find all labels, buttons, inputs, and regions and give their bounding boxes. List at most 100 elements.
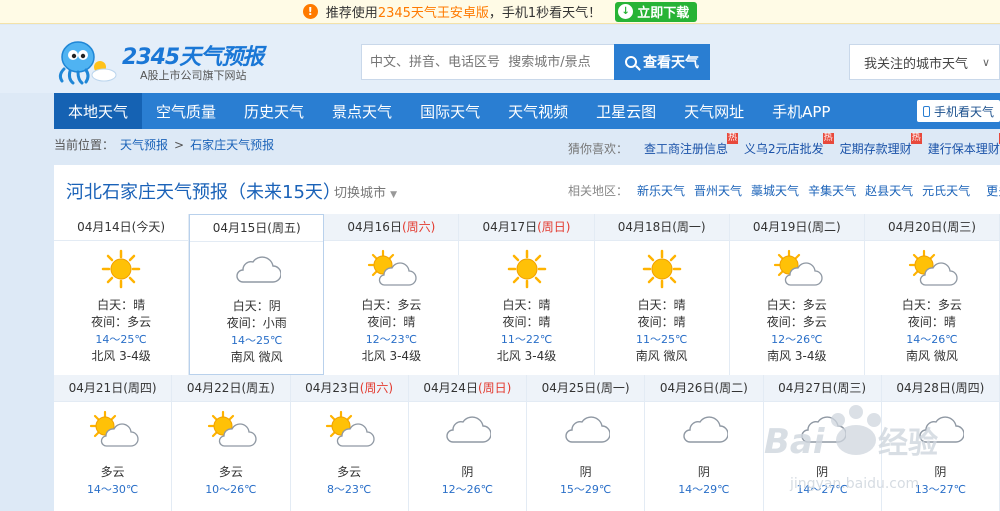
date-text: 04月17日 xyxy=(482,220,538,234)
daytime-condition: 白天：晴 xyxy=(97,298,146,312)
forecast-day[interactable]: 04月22日(周五) 多云 10～26℃ xyxy=(172,375,291,511)
chevron-down-icon: ∨ xyxy=(982,55,991,69)
recommendation-text: 建行保本理财 xyxy=(927,142,1000,156)
date-text: 04月20日 xyxy=(887,220,943,234)
switch-city-label: 切换城市 xyxy=(334,186,387,201)
temperature-range: 14～25℃ xyxy=(95,333,147,346)
promo-prefix: 推荐使用 xyxy=(325,6,378,21)
nav-item-history[interactable]: 历史天气 xyxy=(230,93,318,129)
weekday-text: (周四) xyxy=(123,381,157,395)
sun-icon xyxy=(54,241,188,297)
wind-info: 南风 3-4级 xyxy=(767,349,827,363)
temperature-range: 10～26℃ xyxy=(205,483,257,496)
date-text: 04月23日 xyxy=(305,381,360,395)
sun-icon xyxy=(595,241,729,297)
forecast-date: 04月17日(周日) xyxy=(459,214,594,241)
recommendations-label: 猜你喜欢： xyxy=(568,142,629,156)
daytime-condition: 白天：多云 xyxy=(361,298,422,312)
forecast-day[interactable]: 04月21日(周四) 多云 14～30℃ xyxy=(54,375,173,511)
nav-item-satellite[interactable]: 卫星云图 xyxy=(582,93,670,129)
breadcrumb-item-forecast[interactable]: 天气预报 xyxy=(120,136,168,153)
forecast-day[interactable]: 04月17日(周日) 白天：晴 夜间：晴 11～22℃ 北风 3-4级 xyxy=(459,214,595,375)
recommendation-link[interactable]: 义乌2元店批发热 xyxy=(744,133,834,157)
partly-cloudy-icon xyxy=(291,402,408,458)
weekday-text: (周六) xyxy=(401,220,436,234)
related-area-link[interactable]: 赵县天气 xyxy=(865,182,913,199)
temperature-range: 14～29℃ xyxy=(678,483,730,496)
forecast-day[interactable]: 04月26日(周二) 阴 14～29℃ xyxy=(645,375,764,511)
partly-cloudy-icon xyxy=(865,241,999,297)
nav-item-international[interactable]: 国际天气 xyxy=(406,93,494,129)
forecast-day[interactable]: 04月27日(周三) 阴 14～27℃ xyxy=(763,375,882,511)
forecast-day[interactable]: 04月18日(周一) 白天：晴 夜间：晴 11～25℃ 南风 微风 xyxy=(594,214,730,375)
weekday-text: (周日) xyxy=(477,381,512,395)
switch-city-button[interactable]: 切换城市 ▼ xyxy=(334,182,397,201)
phone-icon xyxy=(922,105,930,117)
mobile-weather-button[interactable]: 手机看天气 xyxy=(916,100,1000,122)
forecast-day[interactable]: 04月25日(周一) 阴 15～29℃ xyxy=(527,375,646,511)
page-title: 河北石家庄天气预报（未来15天） xyxy=(66,182,341,203)
wind-info: 北风 3-4级 xyxy=(361,349,422,363)
search-input[interactable] xyxy=(361,44,614,80)
nav-item-local[interactable]: 本地天气 xyxy=(54,93,143,129)
forecast-date: 04月23日(周六) xyxy=(290,375,408,402)
followed-cities-dropdown[interactable]: 我关注的城市天气 ∨ xyxy=(849,44,1000,80)
search-button[interactable]: 查看天气 xyxy=(614,44,710,80)
forecast-day[interactable]: 04月20日(周三) 白天：多云 夜间：晴 14～26℃ 南风 微风 xyxy=(864,214,1000,375)
night-condition: 夜间：多云 xyxy=(766,315,827,329)
promo-app-link[interactable]: 2345天气王安卓版 xyxy=(378,2,489,21)
night-condition: 夜间：晴 xyxy=(502,315,551,329)
forecast-date: 04月22日(周五) xyxy=(172,375,290,402)
date-text: 04月21日 xyxy=(68,381,124,395)
temperature-range: 12～23℃ xyxy=(365,333,418,346)
weather-condition: 阴 xyxy=(579,465,592,479)
nav-item-sites[interactable]: 天气网址 xyxy=(670,93,758,129)
weekday-text: (周六) xyxy=(359,381,394,395)
nav-item-air-quality[interactable]: 空气质量 xyxy=(142,93,230,129)
temperature-range: 12～26℃ xyxy=(441,483,494,496)
main-nav: 本地天气 空气质量 历史天气 景点天气 国际天气 天气视频 卫星云图 天气网址 … xyxy=(54,93,1000,129)
cloud-icon xyxy=(882,402,999,458)
more-areas-link[interactable]: 更多 ▾ xyxy=(986,182,1000,199)
recommendation-link[interactable]: 建行保本理财热 xyxy=(927,133,1000,157)
related-area-link[interactable]: 元氏天气 xyxy=(922,182,970,199)
forecast-row-week2: 04月21日(周四) 多云 14～30℃ 04月22日(周五) 多云 10～26℃ 04月2… xyxy=(54,375,1000,511)
date-text: 04月19日 xyxy=(752,220,808,234)
download-label: 立即下载 xyxy=(637,6,690,21)
forecast-date: 04月20日(周三) xyxy=(864,214,999,241)
download-icon: ↓ xyxy=(618,4,634,19)
recommendation-link[interactable]: 定期存款理财热 xyxy=(840,133,922,157)
forecast-day[interactable]: 04月24日(周日) 阴 12～26℃ xyxy=(408,375,527,511)
octopus-mascot-icon xyxy=(58,41,117,85)
temperature-range: 8～23℃ xyxy=(326,483,372,496)
forecast-day[interactable]: 04月16日(周六) 白天：多云 夜间：晴 12～23℃ 北风 3-4级 xyxy=(324,214,460,375)
forecast-day[interactable]: 04月23日(周六) 多云 8～23℃ xyxy=(290,375,409,511)
related-area-link[interactable]: 新乐天气 xyxy=(637,182,685,199)
nav-item-scenic[interactable]: 景点天气 xyxy=(318,93,406,129)
weekday-text: (今天) xyxy=(131,220,166,234)
partly-cloudy-icon xyxy=(730,241,864,297)
temperature-range: 14～27℃ xyxy=(796,483,848,496)
recommendation-link[interactable]: 查工商注册信息热 xyxy=(644,133,739,157)
partly-cloudy-icon xyxy=(54,402,171,458)
forecast-day[interactable]: 04月14日(今天) 白天：晴 夜间：多云 14～25℃ 北风 3-4级 xyxy=(54,214,190,375)
temperature-range: 11～22℃ xyxy=(500,333,553,346)
night-condition: 夜间：晴 xyxy=(367,315,416,329)
related-area-link[interactable]: 辛集天气 xyxy=(808,182,856,199)
nav-item-mobile-app[interactable]: 手机APP xyxy=(758,93,844,129)
download-button[interactable]: ↓ 立即下载 xyxy=(615,1,698,22)
info-icon: ! xyxy=(302,4,318,19)
forecast-day[interactable]: 04月19日(周二) 白天：多云 夜间：多云 12～26℃ 南风 3-4级 xyxy=(729,214,865,375)
search-icon xyxy=(625,56,637,68)
nav-item-video[interactable]: 天气视频 xyxy=(494,93,582,129)
site-logo[interactable]: 2345天气预报 A股上市公司旗下网站 xyxy=(56,35,286,87)
daytime-condition: 白天：晴 xyxy=(637,298,686,312)
forecast-day[interactable]: 04月15日(周五) 白天：阴 夜间：小雨 14～25℃ 南风 微风 xyxy=(189,214,325,375)
weekday-text: (周二) xyxy=(807,220,841,234)
forecast-day[interactable]: 04月28日(周四) 阴 13～27℃ xyxy=(881,375,1000,511)
breadcrumb-item-city[interactable]: 石家庄天气预报 xyxy=(190,136,274,153)
weekday-text: (周五) xyxy=(267,221,301,235)
daytime-condition: 白天：阴 xyxy=(232,299,281,313)
related-area-link[interactable]: 晋州天气 xyxy=(694,182,742,199)
related-area-link[interactable]: 藁城天气 xyxy=(751,182,799,199)
